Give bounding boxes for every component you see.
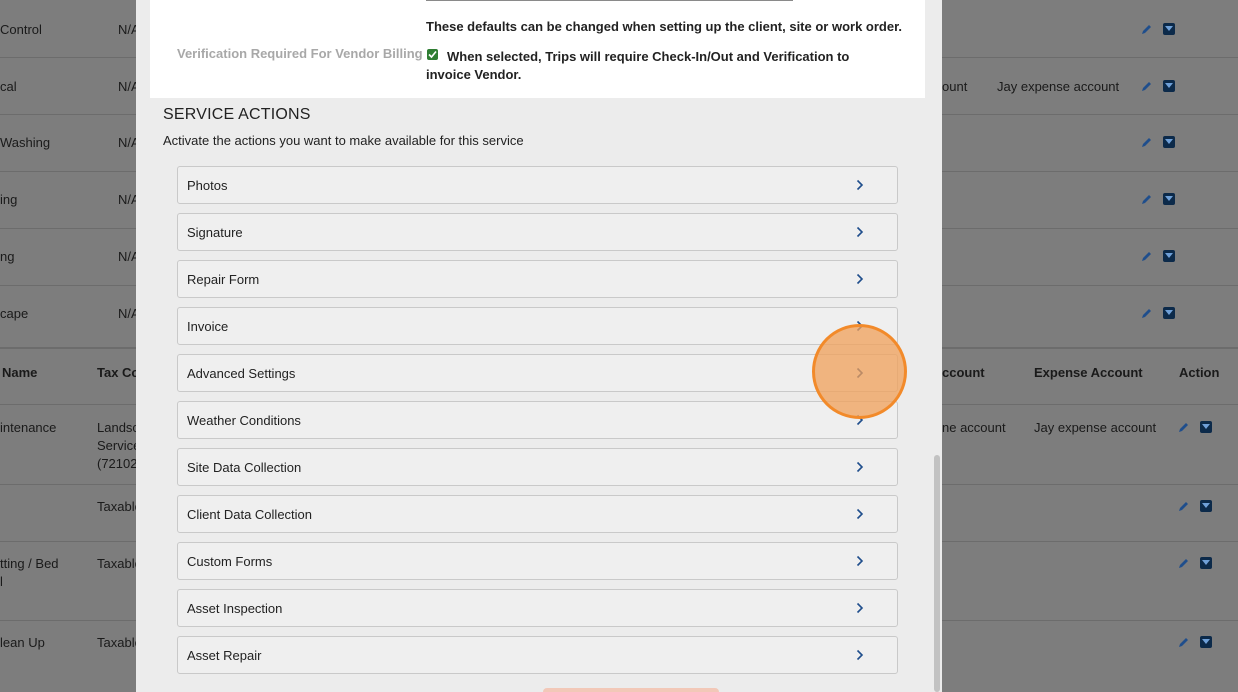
row-name: cal: [0, 79, 17, 94]
row-name: l: [0, 574, 3, 589]
row-actions[interactable]: [1178, 500, 1212, 512]
action-item-label: Repair Form: [187, 271, 260, 287]
action-item-label: Client Data Collection: [187, 506, 313, 522]
row-name: cape: [0, 306, 29, 321]
action-item-label: Weather Conditions: [187, 412, 301, 428]
header-action: Action: [1179, 365, 1220, 380]
header-expense: Expense Account: [1034, 365, 1143, 380]
chevron-right-icon[interactable]: [855, 179, 865, 191]
defaults-note: These defaults can be changed when setti…: [426, 19, 903, 34]
chevron-right-icon[interactable]: [855, 555, 865, 567]
vendor-billing-description: When selected, Trips will require Check-…: [426, 49, 850, 82]
edit-icon[interactable]: [1141, 250, 1153, 262]
row-actions[interactable]: [1141, 136, 1175, 148]
dropdown-icon[interactable]: [1200, 421, 1212, 433]
action-item-site-data-collection[interactable]: Site Data Collection: [177, 448, 898, 486]
edit-icon[interactable]: [1178, 421, 1190, 433]
action-item-label: Advanced Settings: [187, 365, 296, 381]
edit-icon[interactable]: [1141, 307, 1153, 319]
row-name: ing: [0, 192, 18, 207]
chevron-right-icon[interactable]: [855, 649, 865, 661]
dropdown-icon[interactable]: [1200, 500, 1212, 512]
edit-icon[interactable]: [1141, 80, 1153, 92]
edit-icon[interactable]: [1141, 136, 1153, 148]
dropdown-icon[interactable]: [1163, 136, 1175, 148]
action-item-label: Site Data Collection: [187, 459, 302, 475]
field-underline: [426, 0, 793, 1]
row-income: ne account: [942, 420, 1006, 435]
row-tax: Landsc: [97, 420, 139, 435]
edit-icon[interactable]: [1178, 500, 1190, 512]
action-item-weather-conditions[interactable]: Weather Conditions: [177, 401, 898, 439]
chevron-right-icon[interactable]: [855, 226, 865, 238]
chevron-right-icon[interactable]: [855, 461, 865, 473]
action-item-label: Asset Repair: [187, 647, 262, 663]
service-actions-title: SERVICE ACTIONS: [163, 106, 311, 123]
dropdown-icon[interactable]: [1163, 80, 1175, 92]
header-tax: Tax Co: [97, 365, 140, 380]
dropdown-icon[interactable]: [1200, 636, 1212, 648]
chevron-right-icon[interactable]: [855, 602, 865, 614]
header-name: Name: [2, 365, 38, 380]
row-expense: Jay expense account: [997, 79, 1120, 94]
row-name: tting / Bed: [0, 556, 59, 571]
action-item-invoice[interactable]: Invoice: [177, 307, 898, 345]
row-name: lean Up: [0, 635, 45, 650]
action-item-client-data-collection[interactable]: Client Data Collection: [177, 495, 898, 533]
row-actions[interactable]: [1178, 421, 1212, 433]
chevron-right-icon[interactable]: [855, 273, 865, 285]
row-actions[interactable]: [1178, 557, 1212, 569]
action-item-custom-forms[interactable]: Custom Forms: [177, 542, 898, 580]
row-income: ount: [942, 79, 968, 94]
row-actions[interactable]: [1141, 193, 1175, 205]
edit-icon[interactable]: [1141, 193, 1153, 205]
edit-icon[interactable]: [1141, 23, 1153, 35]
row-name: intenance: [0, 420, 57, 435]
action-item-label: Signature: [187, 224, 243, 240]
action-item-advanced-settings[interactable]: Advanced Settings: [177, 354, 898, 392]
row-name: Washing: [0, 135, 51, 150]
dropdown-icon[interactable]: [1163, 193, 1175, 205]
row-actions[interactable]: [1141, 80, 1175, 92]
row-actions[interactable]: [1141, 250, 1175, 262]
click-highlight: [812, 324, 907, 419]
row-name: Control: [0, 22, 42, 37]
row-actions[interactable]: [1141, 307, 1175, 319]
dropdown-icon[interactable]: [1163, 307, 1175, 319]
action-item-signature[interactable]: Signature: [177, 213, 898, 251]
action-item-label: Photos: [187, 177, 228, 193]
row-actions[interactable]: [1178, 636, 1212, 648]
action-item-asset-repair[interactable]: Asset Repair: [177, 636, 898, 674]
modal-scrollbar[interactable]: [934, 455, 940, 692]
row-expense: Jay expense account: [1034, 420, 1157, 435]
header-income: ccount: [942, 365, 985, 380]
vendor-billing-label: Verification Required For Vendor Billing: [177, 46, 423, 61]
action-item-label: Invoice: [187, 318, 229, 334]
save-button[interactable]: [543, 688, 719, 692]
edit-icon[interactable]: [1178, 636, 1190, 648]
vendor-billing-panel: These defaults can be changed when setti…: [150, 0, 925, 98]
row-tax: Service: [97, 438, 141, 453]
action-item-label: Custom Forms: [187, 553, 273, 569]
action-item-repair-form[interactable]: Repair Form: [177, 260, 898, 298]
row-name: ng: [0, 249, 15, 264]
action-item-asset-inspection[interactable]: Asset Inspection: [177, 589, 898, 627]
service-actions-subtitle: Activate the actions you want to make av…: [163, 133, 524, 148]
vendor-billing-checkbox[interactable]: [427, 49, 438, 60]
edit-icon[interactable]: [1178, 557, 1190, 569]
action-item-photos[interactable]: Photos: [177, 166, 898, 204]
dropdown-icon[interactable]: [1200, 557, 1212, 569]
dropdown-icon[interactable]: [1163, 250, 1175, 262]
row-tax: (72102: [97, 456, 138, 471]
row-actions[interactable]: [1141, 23, 1175, 35]
chevron-right-icon[interactable]: [855, 508, 865, 520]
action-item-label: Asset Inspection: [187, 600, 283, 616]
dropdown-icon[interactable]: [1163, 23, 1175, 35]
